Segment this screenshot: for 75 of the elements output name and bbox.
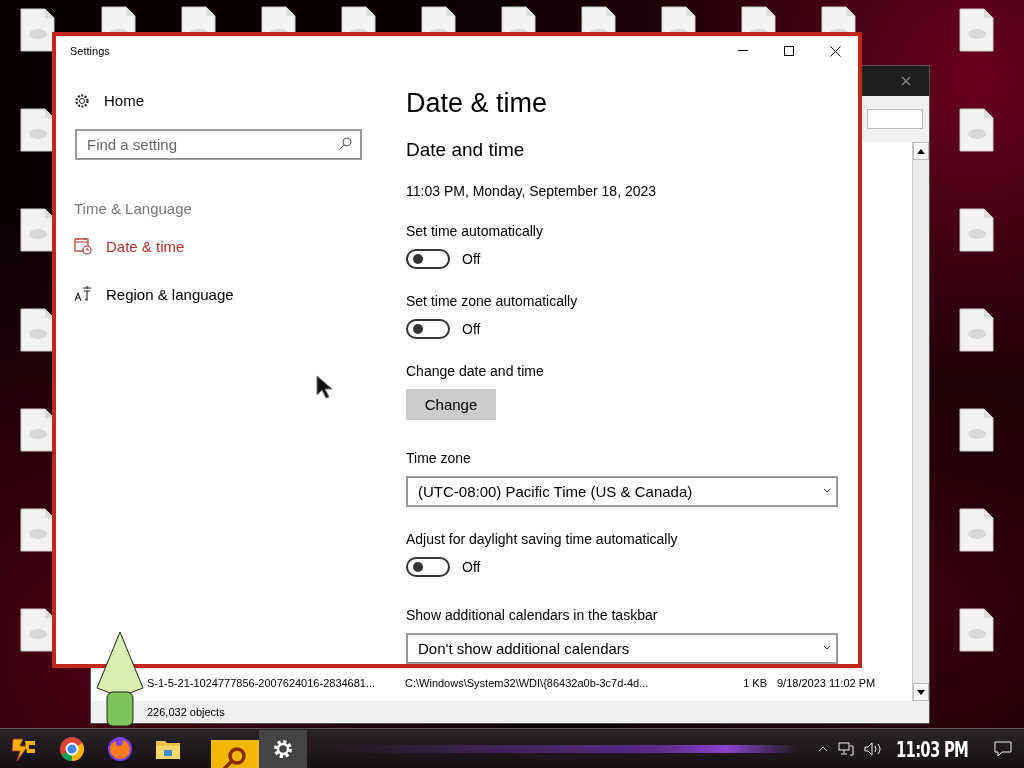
file-icon[interactable]	[19, 408, 55, 452]
file-icon[interactable]	[660, 6, 696, 32]
search-field[interactable]: Find a setting	[75, 129, 362, 160]
maximize-icon[interactable]	[784, 46, 794, 56]
browser-icon[interactable]	[59, 736, 85, 762]
setting-label: Adjust for daylight saving time automatically	[406, 530, 678, 547]
file-icon[interactable]	[180, 6, 216, 32]
calendar-icon	[74, 237, 92, 255]
file-icon[interactable]	[19, 308, 55, 352]
window-title: Settings	[70, 45, 111, 57]
clock[interactable]: 11:03 PM	[895, 736, 968, 762]
folder-icon[interactable]	[155, 738, 181, 760]
file-icon[interactable]	[958, 508, 994, 552]
network-icon[interactable]	[837, 742, 854, 756]
minimize-icon[interactable]	[738, 50, 748, 52]
setting-label: Set time zone automatically	[406, 293, 578, 309]
file-icon[interactable]	[19, 108, 55, 152]
file-icon[interactable]	[580, 6, 616, 32]
file-path: C:\Windows\System32\WDI\{86432a0b-3c7d-4d...	[405, 677, 650, 689]
setting-label: Show additional calendars in the taskbar	[406, 606, 658, 623]
file-icon[interactable]	[820, 6, 856, 32]
file-date: 9/18/2023 11:02 PM	[777, 677, 876, 689]
scroll-up-icon[interactable]	[917, 148, 925, 154]
file-icon[interactable]	[958, 8, 994, 52]
file-icon[interactable]	[260, 6, 296, 32]
file-icon[interactable]	[958, 408, 994, 452]
language-icon	[74, 285, 92, 303]
section-title: Time & Language	[74, 200, 193, 217]
home-link[interactable]: Home	[104, 92, 144, 109]
scrollbar[interactable]	[912, 142, 929, 701]
nav-item[interactable]: Region & language	[56, 278, 362, 310]
setting-label: Time zone	[406, 449, 471, 466]
cursor-icon	[316, 375, 334, 399]
file-icon[interactable]	[340, 6, 376, 32]
notification-icon[interactable]	[994, 741, 1012, 757]
file-size: 1 KB	[742, 677, 767, 689]
file-name: S-1-5-21-1024777856-2007624016-2834681...	[147, 677, 377, 689]
toggle-state: Off	[462, 251, 481, 267]
magnifier-icon[interactable]	[221, 745, 249, 768]
toggle-switch[interactable]	[406, 249, 450, 269]
close-icon[interactable]	[829, 45, 841, 57]
dropdown[interactable]: Don't show additional calendars	[406, 632, 838, 664]
volume-icon[interactable]	[863, 742, 882, 756]
current-date-time: 11:03 PM, Monday, September 18, 2023	[406, 183, 657, 199]
file-icon[interactable]	[19, 508, 55, 552]
caret-icon[interactable]	[817, 746, 828, 752]
scroll-down-icon[interactable]	[917, 689, 925, 695]
status-text: 226,032 objects	[147, 706, 225, 718]
toggle-state: Off	[462, 558, 481, 575]
toggle-state: Off	[462, 321, 481, 337]
file-icon[interactable]	[19, 208, 55, 252]
file-icon[interactable]	[958, 208, 994, 252]
toggle-switch[interactable]	[406, 556, 450, 577]
settings-icon[interactable]	[74, 92, 90, 109]
file-icon[interactable]	[958, 108, 994, 152]
file-icon[interactable]	[958, 608, 994, 652]
dropdown[interactable]: (UTC-08:00) Pacific Time (US & Canada)	[406, 475, 838, 507]
file-icon[interactable]	[100, 6, 136, 32]
settings-icon[interactable]	[272, 738, 294, 760]
setting-label: Change date and time	[406, 363, 544, 379]
fox-browser-icon[interactable]	[107, 736, 133, 762]
path-field[interactable]	[867, 109, 923, 129]
page-title: Date & time	[406, 88, 548, 119]
file-icon[interactable]	[19, 8, 55, 52]
file-icon[interactable]	[740, 6, 776, 32]
section-heading: Date and time	[406, 139, 525, 161]
file-icon[interactable]	[19, 608, 55, 652]
file-icon[interactable]	[500, 6, 536, 32]
file-icon[interactable]	[958, 308, 994, 352]
setting-label: Set time automatically	[406, 223, 543, 239]
toggle-switch[interactable]	[406, 319, 450, 339]
file-icon[interactable]	[420, 6, 456, 32]
change-button[interactable]: Change	[406, 389, 496, 420]
nav-item[interactable]: Date & time	[56, 230, 362, 262]
search-icon	[338, 137, 352, 151]
